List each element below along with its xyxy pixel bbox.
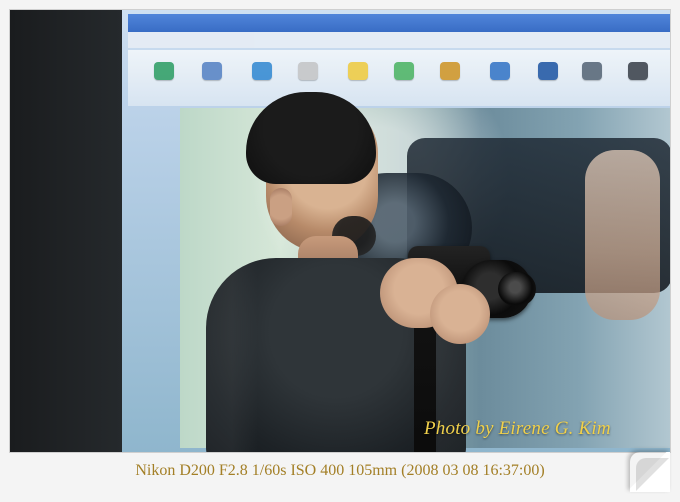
photographer-ear: [270, 188, 292, 226]
exif-caption: Nikon D200 F2.8 1/60s ISO 400 105mm (200…: [135, 462, 545, 479]
camera-strap-print: [390, 373, 461, 397]
handheld-camera-lens-rim: [498, 272, 536, 306]
right-hand: [430, 284, 490, 344]
photo-frame: Photo by Eirene G. Kim: [10, 10, 670, 452]
photo-credit-text: Photo by Eirene G. Kim: [424, 418, 611, 439]
photographer-hair: [246, 92, 376, 184]
page-curl-corner: [630, 452, 670, 492]
photographer: [10, 10, 670, 452]
